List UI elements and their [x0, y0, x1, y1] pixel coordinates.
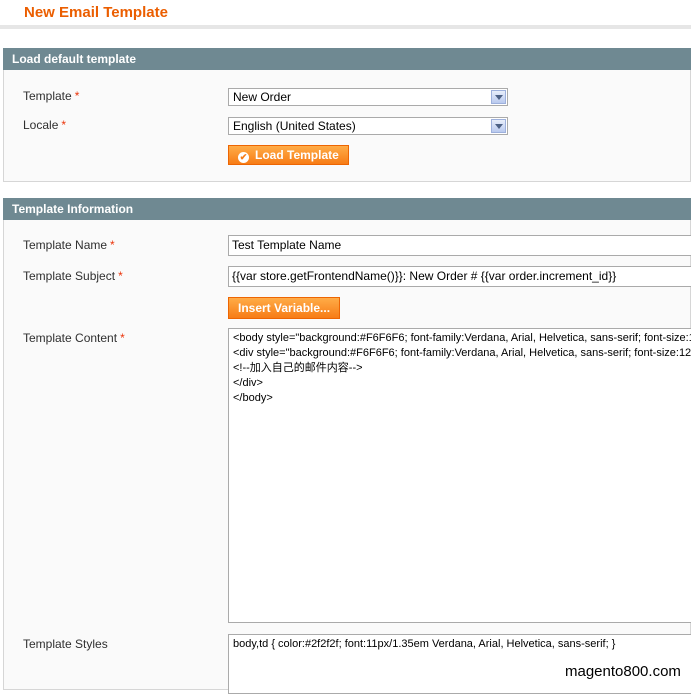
chevron-down-icon[interactable]	[491, 90, 506, 104]
template-name-label: Template Name *	[23, 238, 115, 252]
template-select-value: New Order	[233, 90, 292, 104]
watermark: magento800.com	[562, 663, 684, 680]
template-info-header: Template Information	[3, 198, 691, 220]
template-name-input[interactable]: Test Template Name	[228, 235, 691, 256]
insert-variable-button[interactable]: Insert Variable...	[228, 297, 341, 319]
locale-select[interactable]: English (United States)	[228, 117, 508, 135]
template-label: Template *	[23, 89, 80, 103]
template-styles-label: Template Styles	[23, 637, 108, 651]
page-title: New Email Template	[24, 4, 168, 21]
title-divider	[0, 25, 691, 29]
required-mark: *	[118, 269, 123, 283]
locale-label: Locale *	[23, 118, 67, 132]
template-content-textarea[interactable]: <body style="background:#F6F6F6; font-fa…	[228, 328, 691, 623]
required-mark: *	[110, 238, 115, 252]
template-subject-input[interactable]: {{var store.getFrontendName()}}: New Ord…	[228, 266, 691, 287]
template-subject-label: Template Subject *	[23, 269, 123, 283]
template-content-label: Template Content *	[23, 331, 125, 345]
required-mark: *	[120, 331, 125, 345]
required-mark: *	[61, 118, 67, 132]
load-template-button[interactable]: ✔ Load Template	[228, 145, 349, 165]
required-mark: *	[74, 89, 80, 103]
locale-select-value: English (United States)	[233, 119, 356, 133]
template-select[interactable]: New Order	[228, 88, 508, 106]
load-default-header: Load default template	[3, 48, 691, 70]
check-icon: ✔	[238, 152, 249, 163]
chevron-down-icon[interactable]	[491, 119, 506, 133]
